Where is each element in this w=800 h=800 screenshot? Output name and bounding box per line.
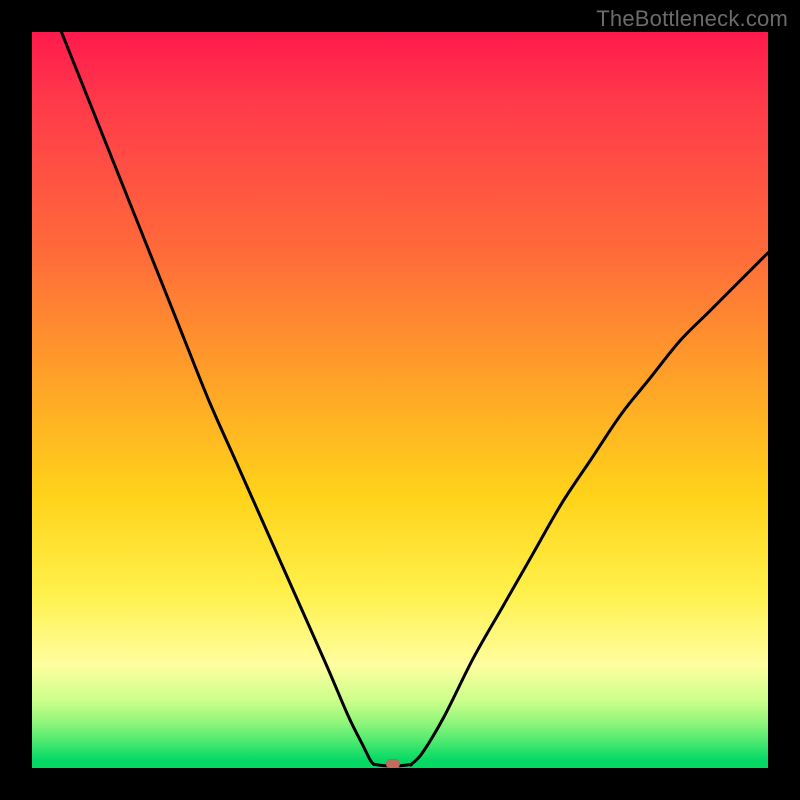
watermark-text: TheBottleneck.com — [596, 6, 788, 32]
bottleneck-curve — [32, 32, 768, 768]
optimal-point-marker — [386, 759, 400, 768]
chart-frame: TheBottleneck.com — [0, 0, 800, 800]
curve-path — [61, 32, 768, 766]
plot-area — [32, 32, 768, 768]
